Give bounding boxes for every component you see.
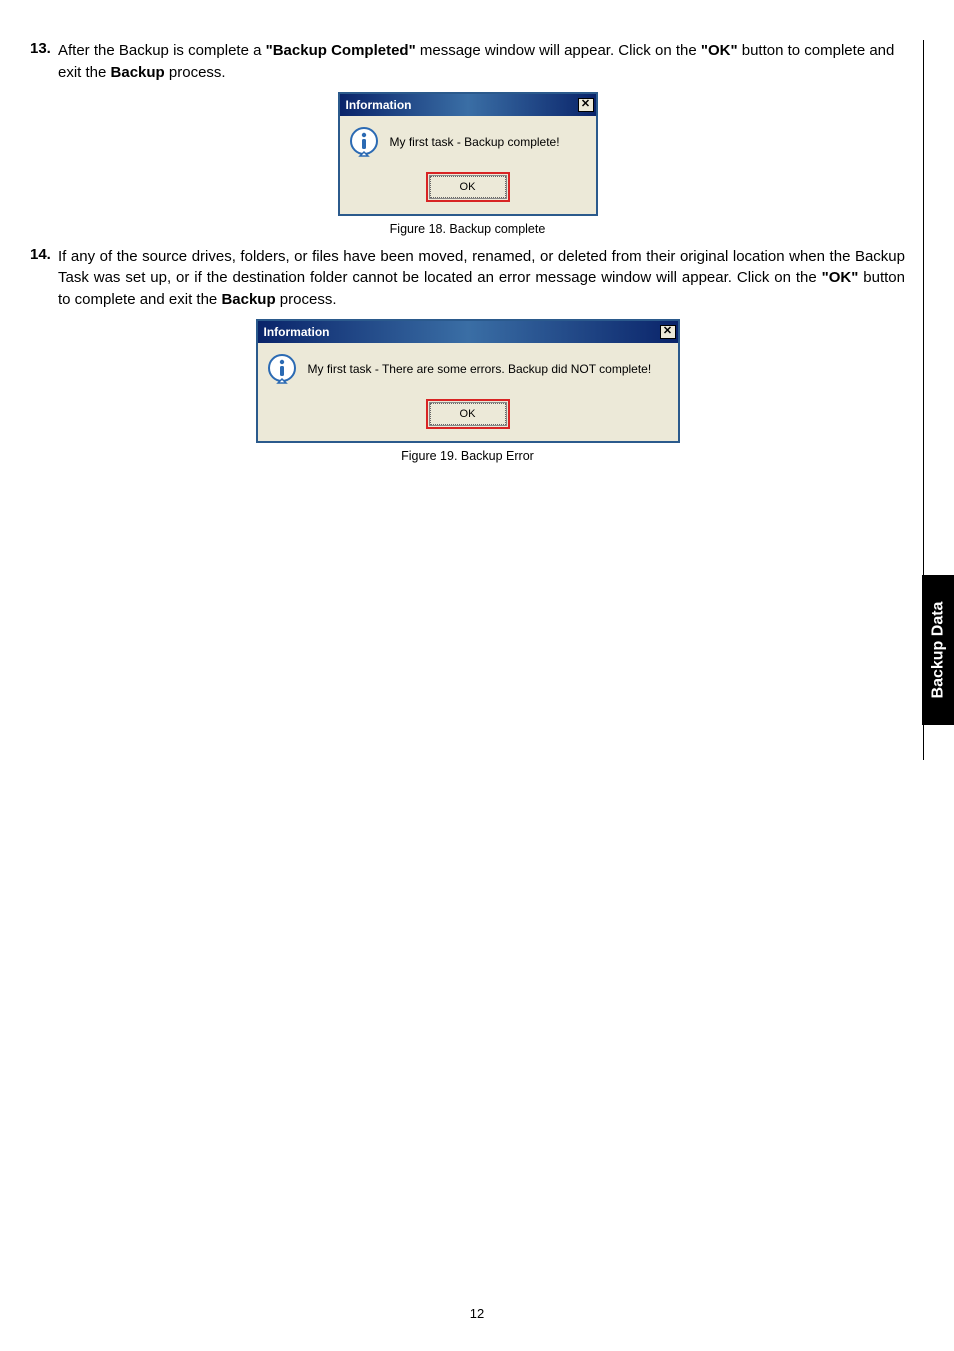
dialog-title: Information [264,325,330,339]
list-item-14: 14. If any of the source drives, folders… [30,246,905,311]
dialog-body: My first task - Backup complete! OK [340,116,596,214]
figure-18: Information ✕ My first task - Backup co [30,92,905,240]
dialog-titlebar: Information ✕ [258,321,678,343]
ok-button-label: OK [460,408,476,420]
item-number: 14. [30,246,58,311]
figure-caption: Figure 18. Backup complete [390,222,546,236]
close-icon: ✕ [663,326,672,337]
dialog-message: My first task - Backup complete! [390,135,560,149]
info-icon [266,353,298,385]
ok-button[interactable]: OK [430,176,506,198]
ok-button[interactable]: OK [430,403,506,425]
figure-caption: Figure 19. Backup Error [401,449,534,463]
ok-highlight: OK [426,399,510,429]
ok-button-label: OK [460,181,476,193]
dialog-title: Information [346,98,412,112]
item-text: After the Backup is complete a "Backup C… [58,40,905,84]
close-button[interactable]: ✕ [578,98,594,112]
figure-19: Information ✕ My first task - There are [30,319,905,467]
ok-highlight: OK [426,172,510,202]
dialog-message: My first task - There are some errors. B… [308,362,652,376]
side-tab: Backup Data [922,575,954,725]
dialog-titlebar: Information ✕ [340,94,596,116]
close-icon: ✕ [581,99,590,110]
information-dialog: Information ✕ My first task - There are [256,319,680,443]
info-icon [348,126,380,158]
dialog-body: My first task - There are some errors. B… [258,343,678,441]
list-item-13: 13. After the Backup is complete a "Back… [30,40,905,84]
side-tab-label: Backup Data [929,602,947,699]
close-button[interactable]: ✕ [660,325,676,339]
item-text: If any of the source drives, folders, or… [58,246,905,311]
item-number: 13. [30,40,58,84]
page-number: 12 [0,1306,954,1321]
information-dialog: Information ✕ My first task - Backup co [338,92,598,216]
